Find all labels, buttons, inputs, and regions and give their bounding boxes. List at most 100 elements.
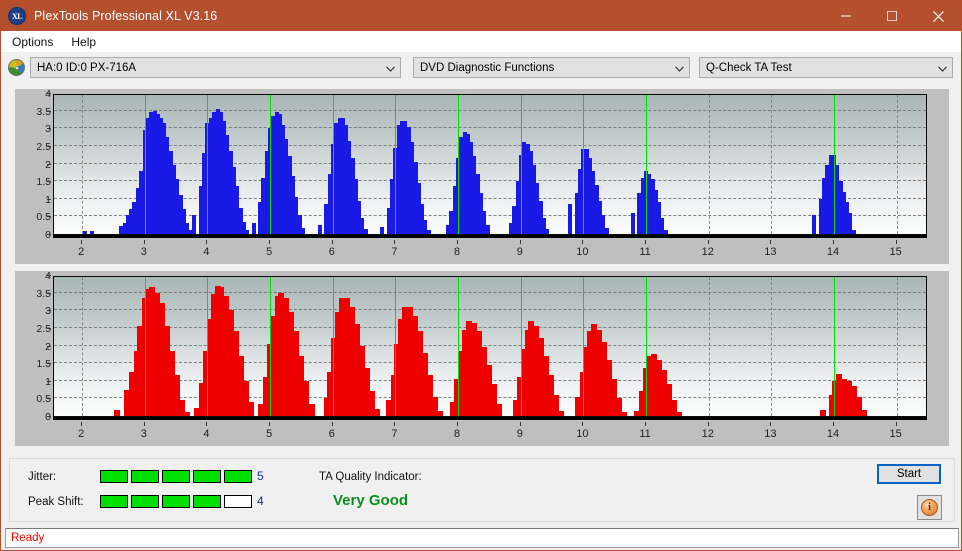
- y-axis-tick: [47, 363, 51, 365]
- jitter-chart-canvas: [53, 94, 927, 235]
- y-axis-tick: [47, 275, 51, 276]
- x-axis-label: 10: [576, 246, 589, 258]
- grid-line-horizontal: [54, 344, 926, 346]
- jitter-meter: [100, 470, 255, 483]
- chart-bar: [184, 411, 191, 416]
- test-select[interactable]: Q-Check TA Test: [699, 57, 953, 78]
- chart-bar: [317, 225, 322, 234]
- maximize-button[interactable]: [869, 1, 915, 31]
- status-bar: Ready: [5, 528, 959, 548]
- grid-line-vertical: [771, 277, 773, 416]
- marker-line: [520, 277, 522, 416]
- x-axis-label: 3: [140, 246, 147, 258]
- y-axis-label: 1.5: [36, 176, 51, 189]
- menu-item-options[interactable]: Options: [9, 33, 62, 51]
- x-axis-label: 14: [826, 428, 840, 440]
- x-axis-tick: [81, 240, 83, 244]
- y-axis-label: 2: [45, 340, 51, 353]
- y-axis-tick: [47, 93, 51, 94]
- chart-bar: [545, 228, 550, 234]
- x-axis-tick: [519, 422, 521, 426]
- grid-line-vertical: [896, 95, 898, 234]
- y-axis-tick: [47, 181, 51, 183]
- jitter-chart-plot-area: 2 3 4 5 6 7 8 9 10 11 12 13 14 15: [53, 94, 927, 258]
- chart-bar: [301, 227, 306, 234]
- marker-line: [520, 95, 522, 234]
- x-axis-tick: [582, 240, 584, 244]
- grid-line-vertical: [82, 95, 84, 234]
- toolbar: HA:0 ID:0 PX-716A DVD Diagnostic Functio…: [1, 52, 961, 83]
- test-select-value: Q-Check TA Test: [706, 61, 792, 74]
- chart-bar: [568, 204, 573, 234]
- minimize-button[interactable]: [823, 1, 869, 31]
- jitter-chart-x-axis: [53, 235, 927, 238]
- jitter-chart-y-axis: 0 0.5 1 1.5 2 2.5 3 3.5 4: [15, 89, 51, 240]
- chart-bar: [604, 227, 609, 234]
- chart-bar: [485, 225, 490, 234]
- x-axis-label: 12: [701, 246, 714, 258]
- chart-bar: [129, 208, 134, 234]
- info-button[interactable]: i: [917, 495, 942, 520]
- drive-select-value: HA:0 ID:0 PX-716A: [37, 61, 137, 74]
- x-axis-label: 6: [328, 428, 335, 440]
- function-select-value: DVD Diagnostic Functions: [420, 61, 555, 74]
- y-axis-tick: [47, 234, 51, 235]
- marker-line: [834, 277, 836, 416]
- y-axis-label: 2: [45, 158, 51, 171]
- marker-line: [646, 95, 648, 234]
- marker-line: [144, 277, 146, 416]
- chart-bar: [664, 229, 669, 234]
- y-axis-label: 0.5: [36, 393, 51, 406]
- results-panel: Jitter: 5 Peak Shift: 4 TA Quality Indic…: [9, 458, 955, 522]
- chart-bar: [192, 214, 197, 234]
- peak-shift-chart-y-axis: 0 0.5 1 1.5 2 2.5 3 3.5 4: [15, 271, 51, 422]
- function-select[interactable]: DVD Diagnostic Functions: [413, 57, 690, 78]
- y-axis-label: 3.5: [36, 105, 51, 118]
- x-axis-tick: [895, 422, 897, 426]
- chart-bar: [113, 409, 120, 416]
- x-axis-label: 13: [764, 428, 777, 440]
- chart-bar: [83, 230, 88, 234]
- chart-bar: [308, 403, 315, 416]
- marker-line: [458, 277, 460, 416]
- peak-shift-chart-plot-area: 2 3 4 5 6 7 8 9 10 11 12 13 14 15: [53, 276, 927, 440]
- grid-line-horizontal: [54, 180, 926, 182]
- chart-bar: [90, 230, 95, 234]
- y-axis-tick: [47, 145, 51, 147]
- y-axis-label: 4: [45, 270, 51, 282]
- x-axis-tick: [645, 240, 647, 244]
- marker-line: [646, 277, 648, 416]
- chart-bar: [373, 408, 380, 416]
- y-axis-label: 1.5: [36, 358, 51, 371]
- meter-segment: [131, 470, 159, 483]
- chart-bar: [495, 403, 502, 416]
- y-axis-tick: [47, 198, 51, 200]
- application-window: XL PlexTools Professional XL V3.16 Optio…: [0, 0, 962, 551]
- info-icon: i: [921, 499, 938, 516]
- y-axis-label: 2.5: [36, 140, 51, 153]
- close-button[interactable]: [915, 1, 961, 31]
- menu-item-help[interactable]: Help: [68, 33, 105, 51]
- chart-bar: [819, 409, 826, 416]
- drive-select[interactable]: HA:0 ID:0 PX-716A: [30, 57, 401, 78]
- chart-bar: [364, 228, 368, 234]
- menu-bar: Options Help: [1, 31, 961, 52]
- grid-line-horizontal: [54, 309, 926, 311]
- y-axis-label: 4: [45, 88, 51, 100]
- y-axis-label: 3: [45, 305, 51, 318]
- y-axis-tick: [47, 128, 51, 130]
- jitter-chart-panel: 0 0.5 1 1.5 2 2.5 3 3.5 4 2 3 4 5 6 7 8 9 10 11 12 13 14 15: [15, 89, 949, 264]
- x-axis-tick: [331, 240, 333, 244]
- peak-shift-meter: [100, 495, 255, 508]
- x-axis-tick: [394, 422, 396, 426]
- peak-shift-chart-canvas: [53, 276, 927, 417]
- chevron-down-icon: [675, 65, 684, 72]
- start-button[interactable]: Start: [877, 464, 941, 484]
- marker-line: [270, 277, 272, 416]
- x-axis-label: 4: [203, 246, 210, 258]
- grid-line-horizontal: [54, 162, 926, 164]
- grid-line-vertical: [896, 277, 898, 416]
- ta-quality-value: Very Good: [333, 492, 409, 509]
- y-axis-tick: [47, 292, 51, 294]
- jitter-value: 5: [257, 469, 264, 483]
